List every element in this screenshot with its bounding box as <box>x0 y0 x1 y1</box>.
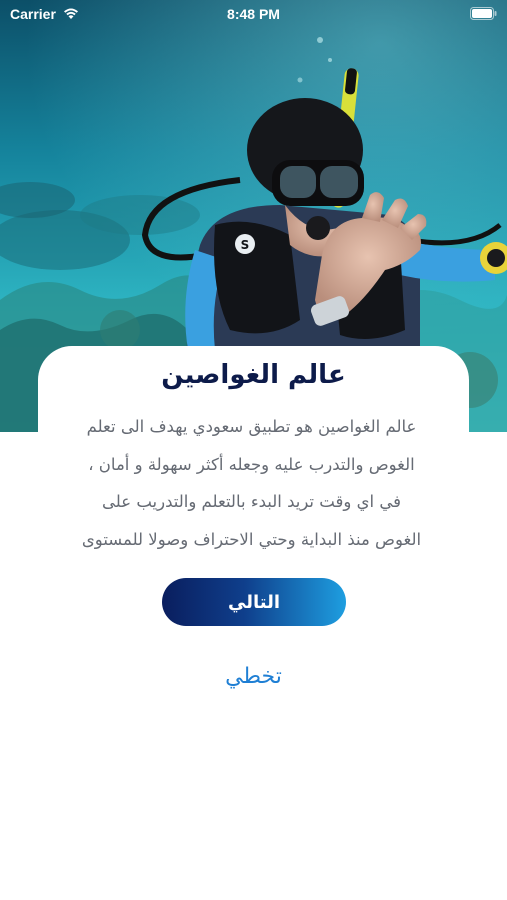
next-button[interactable]: التالي <box>162 578 346 626</box>
description-line: عالم الغواصين هو تطبيق سعودي يهدف الى تع… <box>86 417 417 436</box>
description: عالم الغواصين هو تطبيق سعودي يهدف الى تع… <box>40 408 463 558</box>
status-bar: Carrier 8:48 PM <box>0 0 507 28</box>
onboarding-content: عالم الغواصين عالم الغواصين هو تطبيق سعو… <box>0 346 507 900</box>
svg-text:S: S <box>241 238 250 252</box>
description-line: في اي وقت تريد البدء بالتعلم والتدريب عل… <box>102 492 401 511</box>
battery-icon <box>470 7 497 20</box>
description-line: الغوص والتدرب عليه وجعله أكثر سهولة و أم… <box>88 454 415 474</box>
page-title: عالم الغواصين <box>161 360 346 390</box>
description-line: الغوص منذ البداية وحتي الاحتراف وصولا لل… <box>81 529 422 549</box>
clock: 8:48 PM <box>227 6 280 22</box>
skip-link[interactable]: تخطي <box>0 664 507 689</box>
